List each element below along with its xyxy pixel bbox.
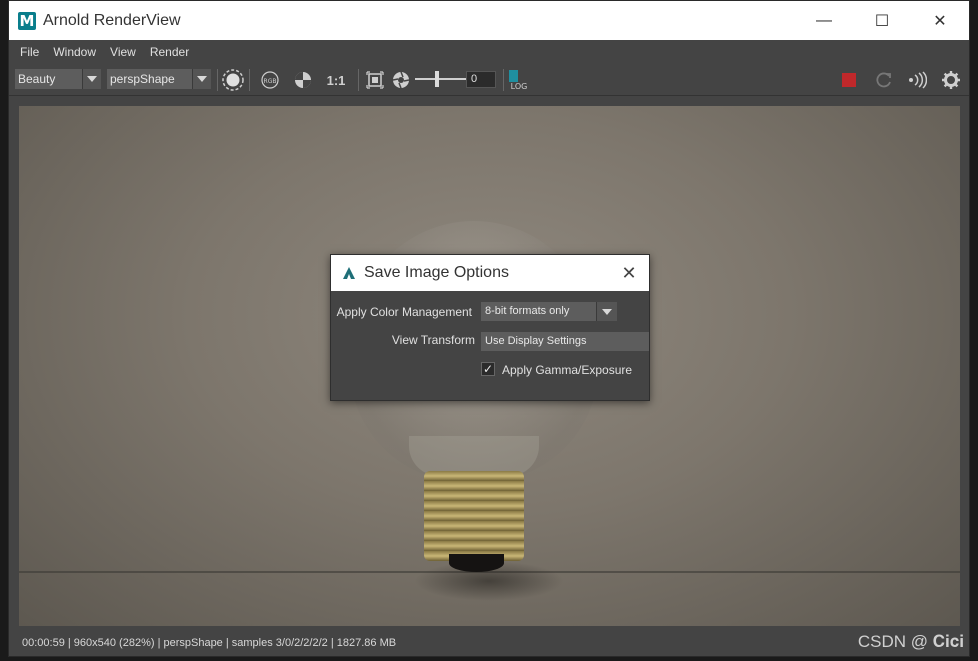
refresh-icon[interactable] (873, 69, 895, 91)
status-bar: 00:00:59 | 960x540 (282%) | perspShape |… (9, 631, 969, 655)
log-label: LOG (511, 82, 528, 91)
color-management-value: 8-bit formats only (485, 305, 570, 317)
gear-icon[interactable] (940, 69, 962, 91)
dialog-title: Save Image Options (364, 264, 509, 281)
dialog-titlebar: Save Image Options ✕ (331, 255, 649, 291)
checker-icon[interactable] (292, 69, 314, 91)
toolbar-separator (249, 69, 250, 91)
exposure-input[interactable]: 0 (466, 71, 496, 88)
exposure-slider-track[interactable] (415, 78, 467, 80)
chevron-down-icon (82, 69, 101, 89)
status-text: 00:00:59 | 960x540 (282%) | perspShape |… (22, 637, 397, 649)
menu-view[interactable]: View (103, 45, 143, 59)
stop-icon[interactable] (838, 69, 860, 91)
arnold-icon (342, 266, 356, 280)
gamma-exposure-checkbox[interactable]: ✓ (481, 362, 495, 376)
camera-value: perspShape (110, 72, 175, 86)
watermark: CSDN @ 𝐂𝐢𝐜𝐢 (857, 632, 964, 651)
broadcast-icon[interactable] (906, 69, 928, 91)
toolbar: Beauty perspShape RGB 1:1 0 LOG (9, 63, 969, 96)
toolbar-separator (503, 69, 504, 91)
window-title: Arnold RenderView (43, 11, 181, 29)
bulb-base (424, 471, 524, 561)
chevron-down-icon (596, 302, 617, 321)
menu-bar: File Window View Render (9, 40, 969, 63)
bulb-neck (409, 436, 539, 476)
menu-render[interactable]: Render (143, 45, 196, 59)
aov-value: Beauty (18, 72, 56, 86)
save-image-options-dialog: Save Image Options ✕ (330, 254, 650, 401)
exposure-slider-handle[interactable] (435, 71, 439, 87)
view-transform-value: Use Display Settings (485, 335, 587, 347)
minimize-button[interactable]: — (795, 1, 853, 40)
aperture-icon[interactable] (390, 69, 412, 91)
log-icon[interactable]: LOG (507, 69, 531, 91)
window-controls: — ☐ ✕ (795, 1, 969, 40)
rgb-label: RGB (264, 78, 277, 85)
aov-dropdown[interactable]: Beauty (15, 69, 101, 89)
rgb-icon[interactable]: RGB (259, 69, 281, 91)
region-icon[interactable] (364, 69, 386, 91)
maya-app-icon: M (18, 11, 36, 30)
toolbar-separator (358, 69, 359, 91)
view-transform-field[interactable]: Use Display Settings (481, 332, 649, 351)
ratio-button[interactable]: 1:1 (325, 69, 347, 91)
close-window-button[interactable]: ✕ (911, 1, 969, 40)
gamma-exposure-label: Apply Gamma/Exposure (502, 363, 633, 377)
color-management-label: Apply Color Management (336, 305, 472, 319)
view-transform-label: View Transform (391, 333, 475, 347)
color-management-dropdown[interactable]: 8-bit formats only (481, 302, 617, 321)
circle-snapshot-icon[interactable] (221, 68, 245, 92)
close-icon[interactable]: ✕ (619, 263, 639, 283)
camera-dropdown[interactable]: perspShape (107, 69, 211, 89)
menu-file[interactable]: File (13, 45, 46, 59)
chevron-down-icon (192, 69, 211, 89)
bulb-tip (449, 554, 504, 572)
title-bar: M Arnold RenderView — ☐ ✕ (9, 1, 969, 40)
maximize-button[interactable]: ☐ (853, 1, 911, 40)
menu-window[interactable]: Window (46, 45, 103, 59)
toolbar-separator (217, 69, 218, 91)
